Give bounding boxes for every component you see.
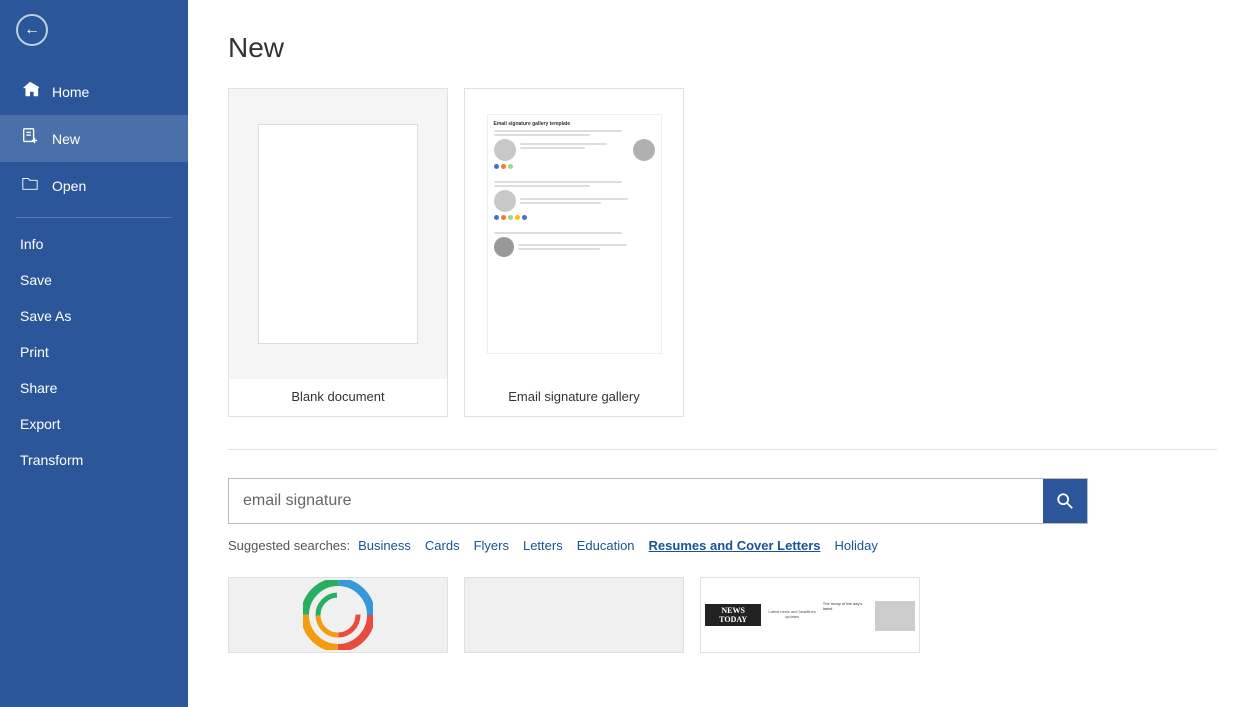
suggested-holiday[interactable]: Holiday: [835, 538, 878, 553]
suggested-cards[interactable]: Cards: [425, 538, 460, 553]
news-template-card[interactable]: NEWS TODAY Latest news and headlines upd…: [700, 577, 920, 653]
news-title: NEWS TODAY: [705, 604, 761, 626]
search-icon: [1056, 492, 1074, 510]
sidebar-home-label: Home: [52, 84, 89, 100]
sidebar-text-items: Info Save Save As Print Share Export Tra…: [0, 226, 188, 478]
sidebar-open-label: Open: [52, 178, 86, 194]
news-text: The recap of the day's latest: [823, 601, 871, 631]
circles-preview: [229, 578, 447, 652]
home-icon: [20, 80, 40, 103]
news-subtitle: Latest news and headlines updates: [761, 609, 822, 619]
blank-document-card[interactable]: Blank document: [228, 88, 448, 417]
news-image: [875, 601, 915, 631]
sidebar-save-label: Save: [20, 272, 52, 288]
suggested-education[interactable]: Education: [577, 538, 635, 553]
middle-preview: [465, 578, 683, 652]
sidebar-item-transform[interactable]: Transform: [0, 442, 188, 478]
news-content: The recap of the day's latest: [823, 601, 915, 631]
circles-svg: [303, 580, 373, 650]
email-signature-label: Email signature gallery: [465, 379, 683, 416]
sidebar-share-label: Share: [20, 380, 57, 396]
suggested-business[interactable]: Business: [358, 538, 411, 553]
sidebar-item-export[interactable]: Export: [0, 406, 188, 442]
new-doc-icon: [20, 127, 40, 150]
page-title: New: [228, 32, 1217, 64]
search-button[interactable]: [1043, 479, 1087, 523]
suggested-letters[interactable]: Letters: [523, 538, 563, 553]
back-icon: ←: [16, 14, 48, 46]
sidebar-item-save[interactable]: Save: [0, 262, 188, 298]
search-input[interactable]: [229, 482, 1043, 520]
sidebar-info-label: Info: [20, 236, 43, 252]
sidebar-item-info[interactable]: Info: [0, 226, 188, 262]
sidebar-divider: [16, 217, 172, 218]
sidebar-item-share[interactable]: Share: [0, 370, 188, 406]
search-bar: [228, 478, 1088, 524]
suggested-resumes[interactable]: Resumes and Cover Letters: [649, 538, 821, 553]
sidebar: ← Home New: [0, 0, 188, 707]
sidebar-item-save-as[interactable]: Save As: [0, 298, 188, 334]
blank-document-label: Blank document: [229, 379, 447, 416]
blank-page-visual: [258, 124, 418, 344]
sidebar-item-print[interactable]: Print: [0, 334, 188, 370]
sidebar-export-label: Export: [20, 416, 60, 432]
back-button[interactable]: ←: [0, 0, 188, 60]
sidebar-item-home[interactable]: Home: [0, 68, 188, 115]
search-section: Suggested searches: Business Cards Flyer…: [228, 449, 1217, 553]
circles-template-card[interactable]: [228, 577, 448, 653]
bottom-template-row: NEWS TODAY Latest news and headlines upd…: [228, 577, 1217, 653]
main-content: New Blank document Email signature galle…: [188, 0, 1257, 707]
suggested-searches: Suggested searches: Business Cards Flyer…: [228, 538, 1217, 553]
sidebar-new-label: New: [52, 131, 80, 147]
sidebar-item-new[interactable]: New: [0, 115, 188, 162]
suggested-flyers[interactable]: Flyers: [474, 538, 509, 553]
suggested-label: Suggested searches:: [228, 538, 350, 553]
email-signature-preview: Email signature gallery template: [465, 89, 683, 379]
middle-template-card[interactable]: [464, 577, 684, 653]
email-signature-card[interactable]: Email signature gallery template: [464, 88, 684, 417]
sidebar-transform-label: Transform: [20, 452, 83, 468]
sidebar-item-open[interactable]: Open: [0, 162, 188, 209]
sidebar-save-as-label: Save As: [20, 308, 71, 324]
open-icon: [20, 174, 40, 197]
blank-document-preview: [229, 89, 447, 379]
email-sig-visual: Email signature gallery template: [487, 114, 662, 354]
news-preview: NEWS TODAY Latest news and headlines upd…: [701, 578, 919, 652]
sidebar-nav: Home New Open: [0, 60, 188, 209]
sidebar-print-label: Print: [20, 344, 49, 360]
top-template-row: Blank document Email signature gallery t…: [228, 88, 1217, 417]
